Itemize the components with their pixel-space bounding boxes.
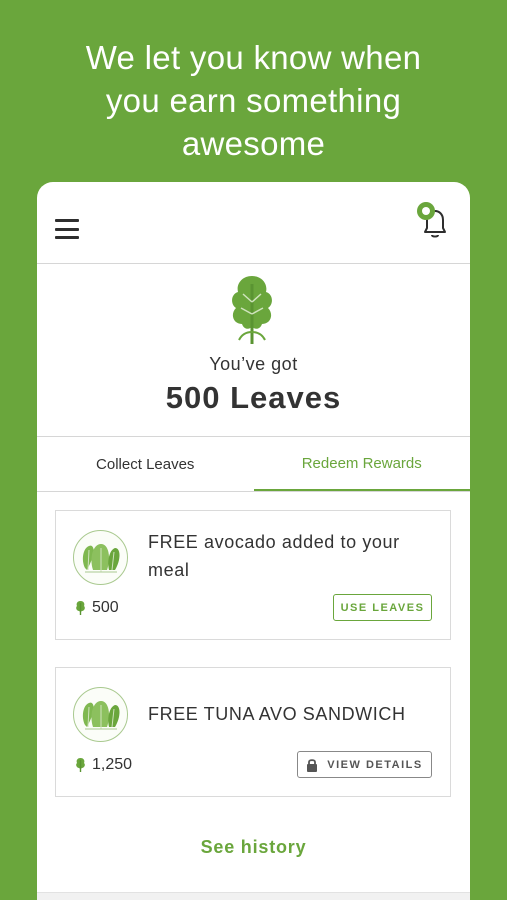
reward-card[interactable]: FREE avocado added to your meal 500 USE … bbox=[55, 510, 451, 640]
reward-cost-value: 1,250 bbox=[92, 756, 133, 773]
view-details-label: VIEW DETAILS bbox=[327, 758, 423, 771]
bottom-strip bbox=[37, 892, 470, 900]
leaf-cost-icon bbox=[76, 601, 85, 615]
tab-collect-leaves[interactable]: Collect Leaves bbox=[37, 437, 254, 491]
reward-title: FREE avocado added to your meal bbox=[148, 532, 400, 580]
promo-headline: We let you know when you earn something … bbox=[0, 36, 507, 165]
salad-greens-icon bbox=[73, 530, 128, 585]
leaf-cost-icon bbox=[76, 758, 85, 772]
lock-icon bbox=[307, 758, 318, 772]
kale-leaf-icon bbox=[232, 276, 272, 344]
headline-line-3: awesome bbox=[181, 125, 326, 162]
bell-icon[interactable] bbox=[415, 200, 453, 240]
leaves-balance: 500 Leaves bbox=[165, 380, 342, 415]
reward-cost-value: 500 bbox=[92, 599, 119, 616]
tab-redeem-rewards[interactable]: Redeem Rewards bbox=[253, 437, 470, 491]
hamburger-menu-icon[interactable] bbox=[55, 219, 79, 239]
see-history-link[interactable]: See history bbox=[37, 837, 470, 858]
tab-bar: Collect Leaves Redeem Rewards bbox=[37, 437, 470, 492]
view-details-button[interactable]: VIEW DETAILS bbox=[297, 751, 432, 778]
reward-title: FREE TUNA AVO SANDWICH bbox=[148, 704, 406, 724]
reward-card[interactable]: FREE TUNA AVO SANDWICH 1,250 VIEW DETAIL… bbox=[55, 667, 451, 797]
use-leaves-button[interactable]: USE LEAVES bbox=[333, 594, 432, 621]
reward-cost: 1,250 bbox=[75, 756, 132, 774]
top-bar bbox=[37, 182, 470, 264]
leaves-summary: You’ve got 500 Leaves bbox=[37, 264, 470, 437]
salad-greens-icon bbox=[73, 687, 128, 742]
reward-cost: 500 bbox=[75, 599, 119, 617]
headline-line-2: you earn something bbox=[105, 82, 402, 119]
app-screen: You’ve got 500 Leaves Collect Leaves Red… bbox=[37, 182, 470, 900]
headline-line-1: We let you know when bbox=[85, 39, 422, 76]
balance-label: You’ve got bbox=[209, 354, 298, 374]
